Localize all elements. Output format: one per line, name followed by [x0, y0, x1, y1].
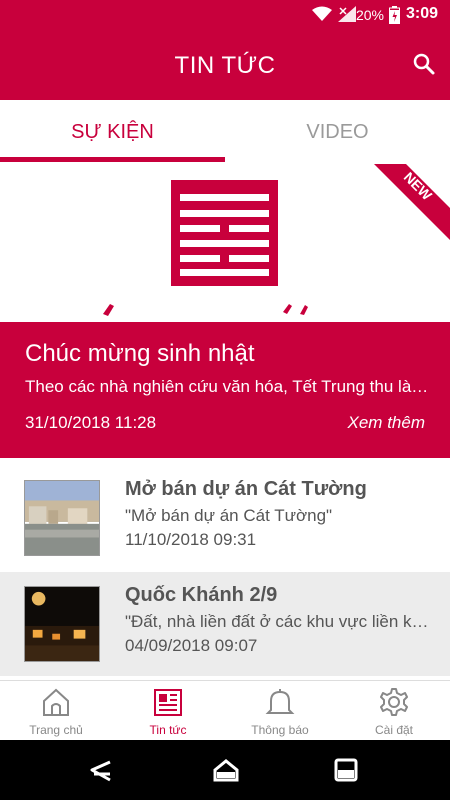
list-item[interactable]: Mở bán dự án Cát Tường "Mở bán dự án Cát…	[0, 466, 450, 570]
nav-news-label: Tin tức	[149, 723, 187, 737]
bottom-navigation: Trang chủ Tin tức Thông báo Cài đặt	[0, 680, 450, 741]
home-button-icon[interactable]	[213, 758, 239, 782]
system-navigation-bar	[0, 740, 450, 800]
featured-date: 31/10/2018 11:28	[25, 413, 157, 432]
search-icon[interactable]	[412, 52, 436, 76]
nav-news[interactable]: Tin tức	[112, 681, 224, 741]
see-more-link[interactable]: Xem thêm	[348, 413, 425, 433]
list-item-description: "Mở bán dự án Cát Tường"	[125, 506, 333, 525]
tab-su-kien[interactable]: SỰ KIỆN	[0, 100, 225, 164]
tab-indicator	[0, 157, 225, 162]
page-title: TIN TỨC	[174, 52, 276, 79]
battery-icon	[389, 6, 400, 24]
back-icon[interactable]	[88, 760, 112, 782]
nav-home[interactable]: Trang chủ	[0, 681, 112, 741]
nav-home-label: Trang chủ	[29, 723, 83, 737]
app-bar: TIN TỨC	[0, 30, 450, 100]
bell-icon	[265, 689, 295, 714]
clock: 3:09	[405, 5, 438, 22]
thumbnail-image	[24, 480, 100, 556]
list-item-date: 11/10/2018 09:31	[125, 530, 257, 549]
home-icon	[43, 688, 69, 716]
nav-notifications[interactable]: Thông báo	[224, 681, 336, 741]
thumbnail-image	[24, 586, 100, 662]
news-icon	[154, 689, 182, 716]
list-item[interactable]: Quốc Khánh 2/9 "Đất, nhà liền đất ở các …	[0, 572, 450, 676]
wifi-icon	[312, 6, 332, 21]
nav-settings[interactable]: Cài đặt	[338, 681, 450, 741]
list-item-title: Quốc Khánh 2/9	[125, 584, 278, 606]
battery-percent: 20%	[355, 7, 384, 23]
nav-settings-label: Cài đặt	[374, 723, 414, 737]
list-item-description: "Đất, nhà liền đất ở các khu vực liền kề…	[125, 612, 437, 631]
list-item-date: 04/09/2018 09:07	[125, 636, 258, 655]
featured-title: Chúc mừng sinh nhật	[25, 340, 255, 367]
signal-icon	[338, 6, 356, 22]
status-bar: 20% 3:09	[0, 0, 450, 30]
tab-bar: SỰ KIỆN VIDEO	[0, 100, 450, 164]
gear-icon	[380, 688, 408, 716]
featured-description: Theo các nhà nghiên cứu văn hóa, Tết Tru…	[25, 377, 429, 396]
tab-video[interactable]: VIDEO	[225, 100, 450, 164]
recents-icon[interactable]	[334, 758, 358, 782]
nav-notifications-label: Thông báo	[251, 723, 309, 737]
list-item-title: Mở bán dự án Cát Tường	[125, 478, 367, 500]
